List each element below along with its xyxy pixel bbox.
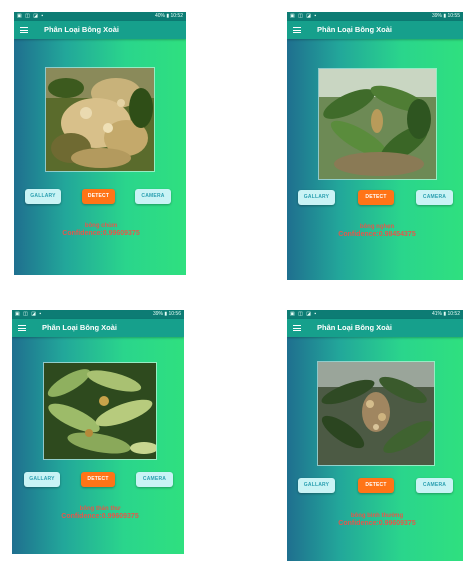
result-block: bông thán thư Confidence:0.99609375	[50, 505, 150, 521]
confidence-text: Confidence:0.99609375	[62, 230, 140, 237]
gallery-button[interactable]: GALLARY	[24, 472, 60, 487]
detect-button[interactable]: DETECT	[82, 189, 115, 204]
result-label: bông thán thư	[79, 506, 121, 512]
menu-icon[interactable]	[18, 325, 26, 331]
menu-icon[interactable]	[293, 27, 301, 33]
app-title: Phân Loại Bông Xoài	[317, 25, 393, 34]
menu-icon[interactable]	[293, 325, 301, 331]
app-bar: Phân Loại Bông Xoài	[287, 319, 463, 337]
status-bar: ▣ ◫ ◪ ▪ 40% ▮ 10:52	[14, 12, 186, 21]
status-battery-time: 39% ▮ 10:55	[431, 13, 460, 19]
plant-photo	[317, 361, 435, 466]
notification-icons: ▣ ◫ ◪ ▪	[15, 311, 43, 317]
detect-button[interactable]: DETECT	[358, 190, 394, 205]
status-battery-time: 40% ▮ 10:52	[154, 13, 183, 19]
mango-flower-cluster-photo	[46, 68, 154, 171]
result-label: bông nghẹn	[359, 224, 395, 230]
gallery-button[interactable]: GALLARY	[298, 478, 335, 493]
mango-leaves-disease-photo	[44, 363, 158, 459]
camera-button[interactable]: CAMERA	[136, 472, 173, 487]
app-bar: Phân Loại Bông Xoài	[12, 319, 184, 337]
notification-icons: ▣ ◫ ◪ ▪	[290, 311, 318, 317]
phone-screen-4: ▣ ◫ ◪ ▪ 41% ▮ 10:52 Phân Loại Bông Xoài …	[287, 310, 463, 561]
plant-photo	[318, 68, 437, 180]
detect-button[interactable]: DETECT	[81, 472, 115, 487]
status-battery-time: 41% ▮ 10:52	[431, 311, 460, 317]
mango-normal-flower-photo	[318, 362, 434, 465]
app-bar: Phân Loại Bông Xoài	[14, 21, 186, 39]
confidence-text: Confidence:0.99609375	[61, 513, 139, 520]
camera-button[interactable]: CAMERA	[416, 190, 453, 205]
camera-button[interactable]: CAMERA	[135, 189, 171, 204]
app-bar: Phân Loại Bông Xoài	[287, 21, 463, 39]
plant-photo	[45, 67, 155, 172]
status-bar: ▣ ◫ ◪ ▪ 41% ▮ 10:52	[287, 310, 463, 319]
phone-screen-1: ▣ ◫ ◪ ▪ 40% ▮ 10:52 Phân Loại Bông Xoài …	[14, 12, 186, 275]
mango-leaves-bud-photo	[319, 69, 436, 179]
gallery-button[interactable]: GALLARY	[25, 189, 61, 204]
result-block: bông bình thường Confidence:0.99609375	[325, 512, 429, 528]
status-bar: ▣ ◫ ◪ ▪ 39% ▮ 10:55	[287, 12, 463, 21]
notification-icons: ▣ ◫ ◪ ▪	[17, 13, 45, 19]
status-bar: ▣ ◫ ◪ ▪ 39% ▮ 10:56	[12, 310, 184, 319]
phone-screen-3: ▣ ◫ ◪ ▪ 39% ▮ 10:56 Phân Loại Bông Xoài …	[12, 310, 184, 554]
app-title: Phân Loại Bông Xoài	[44, 25, 120, 34]
result-block: bông nghẹn Confidence:0.98454375	[327, 223, 427, 239]
detect-button[interactable]: DETECT	[358, 478, 394, 493]
result-label: bông bình thường	[350, 513, 404, 519]
phone-screen-2: ▣ ◫ ◪ ▪ 39% ▮ 10:55 Phân Loại Bông Xoài …	[287, 12, 463, 280]
status-battery-time: 39% ▮ 10:56	[152, 311, 181, 317]
app-title: Phân Loại Bông Xoài	[317, 323, 393, 332]
notification-icons: ▣ ◫ ◪ ▪	[290, 13, 318, 19]
app-title: Phân Loại Bông Xoài	[42, 323, 118, 332]
confidence-text: Confidence:0.98454375	[338, 231, 416, 238]
result-label: bông chùm	[84, 223, 118, 229]
camera-button[interactable]: CAMERA	[416, 478, 453, 493]
result-block: bông chùm Confidence:0.99609375	[54, 222, 148, 238]
plant-photo	[43, 362, 158, 460]
confidence-text: Confidence:0.99609375	[338, 520, 416, 527]
menu-icon[interactable]	[20, 27, 28, 33]
gallery-button[interactable]: GALLARY	[298, 190, 335, 205]
